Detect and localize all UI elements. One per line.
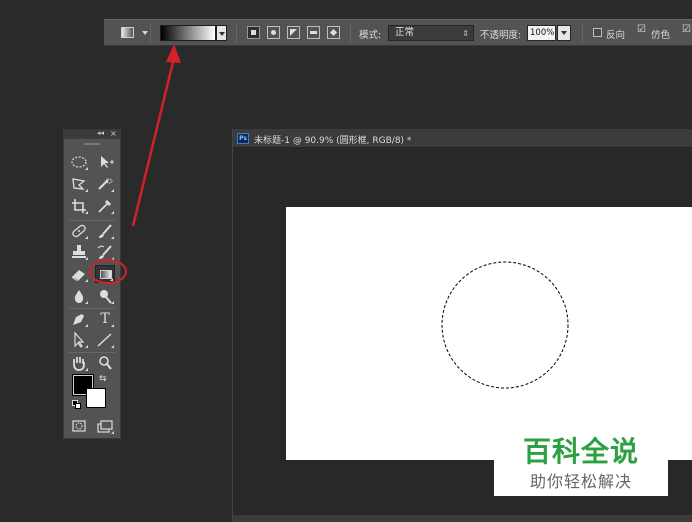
watermark-title: 百科全说 <box>522 435 639 468</box>
circle-selection-marquee[interactable] <box>441 261 569 389</box>
red-annotation-arrow <box>131 44 181 227</box>
watermark-badge: 百科全说 助你轻松解决 <box>494 428 668 496</box>
watermark-subtitle: 助你轻松解决 <box>529 472 632 491</box>
